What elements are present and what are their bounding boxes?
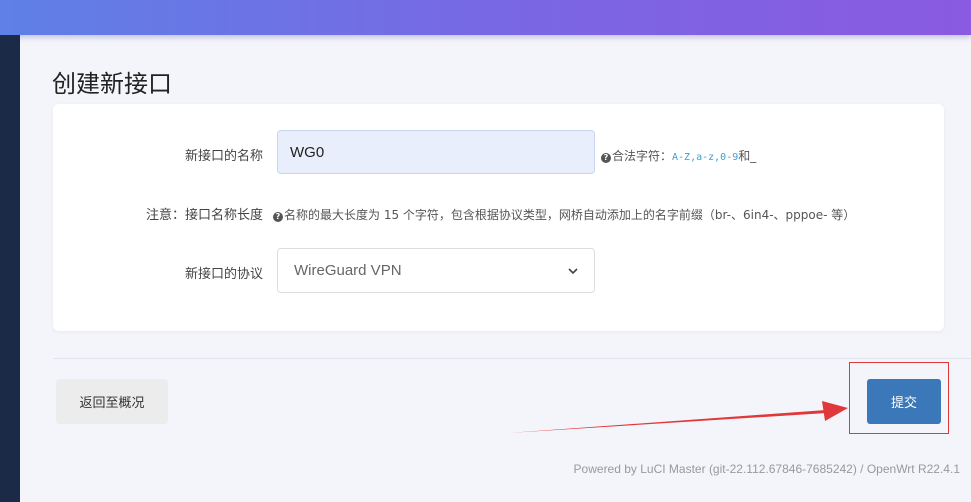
footer-text: Powered by LuCI Master (git-22.112.67846… xyxy=(573,462,960,476)
annotation-arrow xyxy=(508,401,848,433)
